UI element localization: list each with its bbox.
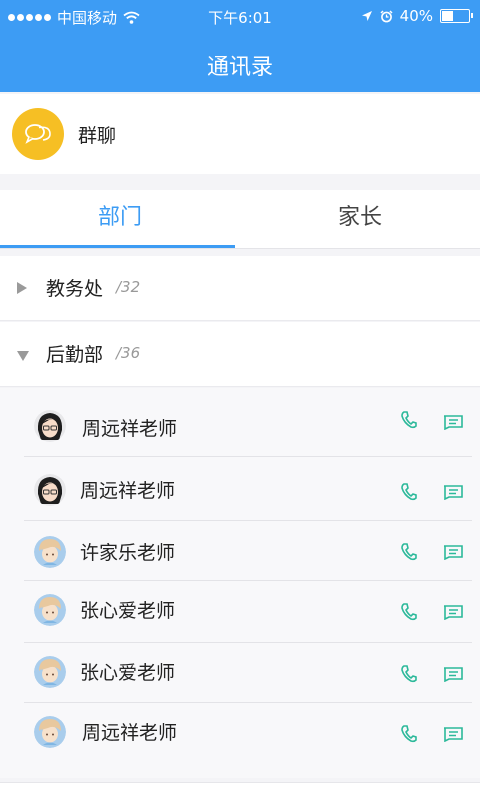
tab-departments[interactable]: 部门 [0,190,240,248]
message-icon[interactable] [442,604,464,620]
status-bar: 中国移动 下午6:01 40% [0,0,480,34]
group-chat-label: 群聊 [78,124,117,147]
girl-avatar [34,410,66,442]
department-count: /36 [116,344,141,362]
alarm-clock-icon [380,9,393,22]
member-row[interactable]: 周远祥老师 [24,702,472,764]
boy-avatar [34,716,66,748]
department-count: /32 [116,278,141,296]
message-icon[interactable] [442,726,464,742]
tab-parents[interactable]: 家长 [240,190,480,248]
next-section-edge [0,782,480,801]
boy-avatar [34,656,66,688]
status-right: 40% [361,7,473,25]
message-icon[interactable] [442,666,464,682]
tab-active-indicator [0,245,235,248]
page-title: 通讯录 [206,55,273,80]
phone-call-icon[interactable] [400,542,418,562]
phone-call-icon[interactable] [400,602,418,622]
phone-call-icon[interactable] [400,410,418,430]
member-row[interactable]: 张心爱老师 [24,580,472,643]
member-row[interactable]: 许家乐老师 [24,520,472,581]
group-chat-row[interactable]: 群聊 [0,94,480,174]
location-arrow-icon [361,11,372,21]
member-name: 张心爱老师 [80,600,176,622]
department-name: 后勤部 [46,344,104,366]
member-name: 周远祥老师 [80,480,176,502]
message-icon[interactable] [442,544,464,560]
member-name: 许家乐老师 [80,542,176,564]
phone-call-icon[interactable] [400,724,418,744]
member-row[interactable]: 周远祥老师 [24,456,472,521]
tab-bar: 部门 家长 [0,190,480,249]
chat-bubbles-icon [12,108,64,160]
collapse-arrow-icon [17,351,29,361]
message-icon[interactable] [442,414,464,430]
member-name: 周远祥老师 [82,418,178,440]
battery-percent: 40% [399,7,433,25]
battery-icon [440,9,473,23]
message-icon[interactable] [442,484,464,500]
member-name: 周远祥老师 [82,722,178,744]
department-row-logistics[interactable]: 后勤部 /36 [0,322,480,387]
boy-avatar [34,536,66,568]
boy-avatar [34,594,66,626]
girl-avatar [34,474,66,506]
member-row[interactable]: 张心爱老师 [24,642,472,703]
department-name: 教务处 [46,278,104,300]
member-list: 周远祥老师 周远祥老师 许家乐老师 张心爱老师 张心爱老师 周远祥老师 [0,388,480,778]
member-row[interactable]: 周远祥老师 [24,392,472,457]
department-row-academic[interactable]: 教务处 /32 [0,256,480,321]
nav-bar: 通讯录 [0,34,480,92]
phone-call-icon[interactable] [400,482,418,502]
expand-arrow-icon [17,282,27,294]
phone-call-icon[interactable] [400,664,418,684]
member-name: 张心爱老师 [80,662,176,684]
